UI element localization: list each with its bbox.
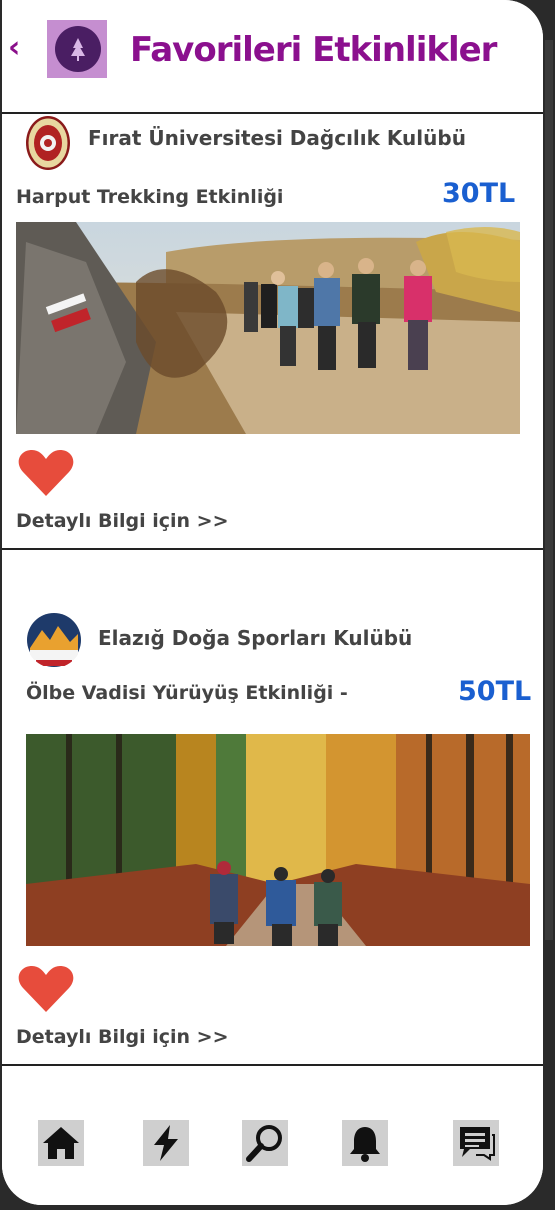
phone-frame: ‹ Favorileri Etkinlikler Fırat Üniversit… <box>0 0 555 1210</box>
club-name[interactable]: Fırat Üniversitesi Dağcılık Kulübü <box>88 126 466 150</box>
app-header: ‹ Favorileri Etkinlikler <box>2 0 543 114</box>
club-name[interactable]: Elazığ Doğa Sporları Kulübü <box>98 626 412 650</box>
tab-notifications[interactable] <box>342 1120 388 1166</box>
details-link[interactable]: Detaylı Bilgi için >> <box>16 1026 229 1048</box>
club-logo[interactable] <box>26 612 82 668</box>
event-card: Elazığ Doğa Sporları Kulübü Ölbe Vadisi … <box>2 550 543 1066</box>
bottom-tab-bar <box>2 1066 543 1205</box>
lightning-icon <box>154 1125 178 1161</box>
event-price: 50TL <box>458 676 532 707</box>
event-photo[interactable] <box>16 222 520 434</box>
back-button[interactable]: ‹ <box>8 30 20 65</box>
tab-activity[interactable] <box>143 1120 189 1166</box>
tab-search[interactable] <box>242 1120 288 1166</box>
club-emblem-icon <box>26 116 70 170</box>
event-photo[interactable] <box>26 734 530 946</box>
tab-home[interactable] <box>38 1120 84 1166</box>
favorite-heart-icon[interactable] <box>18 448 74 498</box>
event-title[interactable]: Harput Trekking Etkinliği <box>16 186 283 208</box>
chat-icon <box>460 1127 495 1161</box>
app-screen: ‹ Favorileri Etkinlikler Fırat Üniversit… <box>2 0 543 1205</box>
tab-messages[interactable] <box>453 1120 499 1166</box>
event-title[interactable]: Ölbe Vadisi Yürüyüş Etkinliği - <box>26 682 348 704</box>
club-logo[interactable] <box>26 116 70 170</box>
search-icon <box>246 1125 282 1162</box>
home-icon <box>43 1127 79 1159</box>
forest-photo-illustration <box>26 734 530 946</box>
club-emblem-icon <box>27 613 81 667</box>
app-logo-emblem <box>55 26 101 72</box>
favorite-heart-icon[interactable] <box>18 964 74 1014</box>
event-price: 30TL <box>442 178 516 209</box>
page-title: Favorileri Etkinlikler <box>130 30 497 70</box>
app-logo <box>47 20 107 78</box>
bell-icon <box>350 1127 380 1162</box>
trekking-photo-illustration <box>16 222 520 434</box>
logo-tree-icon <box>56 27 100 71</box>
phone-side-button <box>545 40 553 940</box>
event-card: Fırat Üniversitesi Dağcılık Kulübü Harpu… <box>2 114 543 550</box>
details-link[interactable]: Detaylı Bilgi için >> <box>16 510 229 532</box>
